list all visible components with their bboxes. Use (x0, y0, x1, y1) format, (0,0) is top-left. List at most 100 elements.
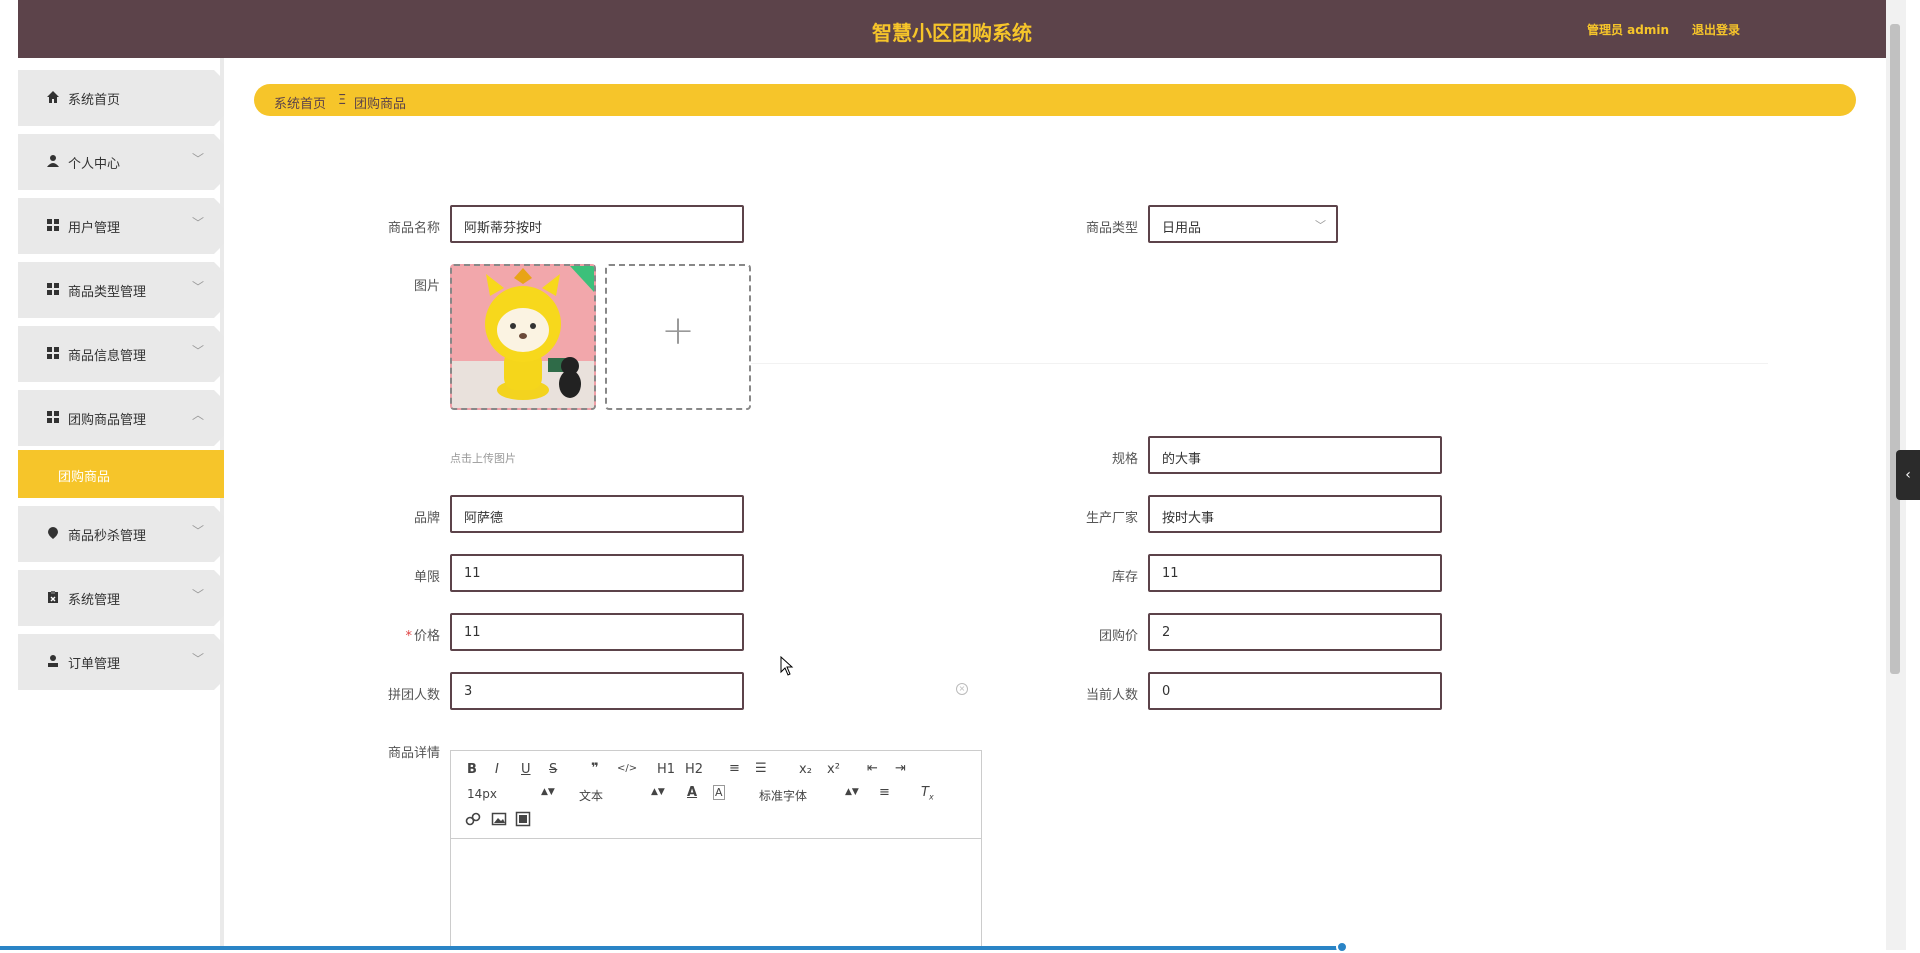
chevron-down-icon: ﹀ (192, 216, 205, 230)
sidebar-item-group-buy[interactable]: 团购商品管理 ︿ (18, 390, 224, 446)
limit-label: 单限 (413, 570, 440, 585)
mouse-cursor-icon (780, 656, 794, 676)
h1-button[interactable]: H1 (657, 762, 675, 777)
brand-label: 品牌 (413, 511, 440, 526)
chevron-up-icon: ︿ (192, 408, 205, 422)
image-icon[interactable] (491, 811, 507, 827)
sidebar-item-label: 个人中心 (68, 157, 121, 172)
add-image-button[interactable]: + (605, 264, 751, 410)
details-label: 商品详情 (387, 746, 440, 761)
ordered-list-button[interactable]: ≡ (729, 761, 740, 776)
scrollbar-thumb[interactable] (1890, 24, 1900, 674)
chevron-down-icon: ﹀ (192, 652, 205, 666)
sidebar-item-flash-sale[interactable]: 商品秒杀管理 ﹀ (18, 506, 224, 562)
maker-input[interactable]: 按时大事 (1148, 495, 1442, 533)
grid-icon (47, 219, 59, 231)
indent-button[interactable]: ⇥ (895, 761, 906, 776)
grid-icon (47, 283, 59, 295)
align-icon[interactable]: ≡ (879, 785, 890, 800)
font-family-value: 标准字体 (759, 789, 808, 803)
subscript-button[interactable]: x₂ (799, 762, 812, 777)
grid-icon (47, 411, 59, 423)
superscript-button[interactable]: x² (827, 762, 840, 777)
sidebar-item-label: 用户管理 (68, 221, 121, 236)
tiger-toy-image (452, 266, 594, 408)
font-size-value: 14px (467, 787, 497, 801)
current-count-input[interactable]: 0 (1148, 672, 1442, 710)
maker-label: 生产厂家 (1085, 511, 1138, 526)
sidebar-item-users[interactable]: 用户管理 ﹀ (18, 198, 224, 254)
name-input[interactable]: 阿斯蒂芬按时 (450, 205, 744, 243)
sidebar-item-label: 商品秒杀管理 (68, 529, 147, 544)
spec-input[interactable]: 的大事 (1148, 436, 1442, 474)
font-family-select[interactable]: 标准字体 ▲▼ (759, 787, 859, 804)
sidebar-item-personal[interactable]: 个人中心 ﹀ (18, 134, 224, 190)
group-price-input[interactable]: 2 (1148, 613, 1442, 651)
chevron-down-icon: ﹀ (192, 524, 205, 538)
italic-button[interactable]: I (495, 762, 499, 777)
strike-button[interactable]: S (549, 762, 557, 777)
updown-icon: ▲▼ (541, 787, 555, 797)
clipboard-icon (48, 591, 58, 603)
upload-hint: 点击上传图片 (450, 452, 516, 465)
clear-format-icon[interactable]: Tx (921, 785, 934, 802)
h2-button[interactable]: H2 (685, 762, 703, 777)
code-button[interactable]: </> (617, 763, 637, 774)
person-icon (48, 655, 58, 667)
blockquote-button[interactable]: ❞ (591, 761, 599, 776)
outdent-button[interactable]: ⇤ (867, 761, 878, 776)
price-label: * 价格 (350, 625, 440, 644)
sidebar-item-label: 商品信息管理 (68, 349, 147, 364)
group-size-label: 拼团人数 (387, 688, 440, 703)
scrollbar-handle[interactable] (1336, 941, 1348, 953)
chevron-left-icon[interactable]: ‹ (1896, 450, 1920, 500)
bold-button[interactable]: B (467, 762, 477, 777)
sidebar-subitem-group-goods[interactable]: 团购商品 (18, 450, 224, 498)
sidebar-item-system[interactable]: 系统管理 ﹀ (18, 570, 224, 626)
grid-icon (47, 347, 59, 359)
sidebar-item-orders[interactable]: 订单管理 ﹀ (18, 634, 224, 690)
admin-label: 管理员 admin (1587, 23, 1670, 37)
top-bar: 智慧小区团购系统 管理员 admin 退出登录 (18, 0, 1886, 58)
breadcrumb-current: 团购商品 (354, 97, 407, 112)
underline-button[interactable]: U (521, 762, 531, 777)
clear-icon[interactable]: × (956, 683, 968, 695)
chevron-down-icon: ﹀ (192, 152, 205, 166)
sidebar-item-home[interactable]: 系统首页 (18, 70, 224, 126)
limit-input[interactable]: 11 (450, 554, 744, 592)
sidebar-subitem-label: 团购商品 (58, 470, 111, 485)
home-icon (47, 91, 59, 103)
brand-input[interactable]: 阿萨德 (450, 495, 744, 533)
sidebar-item-label: 系统管理 (68, 593, 121, 608)
chevron-down-icon: ﹀ (192, 344, 205, 358)
user-icon (47, 155, 59, 167)
sidebar-item-goods-type[interactable]: 商品类型管理 ﹀ (18, 262, 224, 318)
stock-label: 库存 (1111, 570, 1138, 585)
horizontal-scrollbar[interactable] (0, 946, 1346, 950)
logout-link[interactable]: 退出登录 (1692, 21, 1740, 38)
sidebar-item-label: 系统首页 (68, 93, 121, 108)
uploaded-image[interactable] (450, 264, 596, 410)
bullet-list-button[interactable]: ☰ (755, 761, 767, 776)
updown-icon: ▲▼ (651, 787, 665, 797)
name-label: 商品名称 (387, 221, 440, 236)
chevron-down-icon: ﹀ (1315, 219, 1326, 232)
price-input[interactable]: 11 (450, 613, 744, 651)
font-color-icon[interactable]: A (687, 785, 697, 800)
breadcrumb-separator: Ξ (338, 93, 347, 108)
link-icon[interactable] (465, 811, 481, 827)
group-price-label: 团购价 (1098, 629, 1138, 644)
text-style-value: 文本 (579, 789, 604, 803)
left-edge (0, 0, 18, 950)
text-style-select[interactable]: 文本 ▲▼ (579, 787, 665, 804)
breadcrumb: 系统首页 Ξ 团购商品 (254, 84, 1856, 116)
stock-input[interactable]: 11 (1148, 554, 1442, 592)
sidebar-item-goods-info[interactable]: 商品信息管理 ﹀ (18, 326, 224, 382)
breadcrumb-home[interactable]: 系统首页 (274, 93, 326, 112)
font-size-select[interactable]: 14px ▲▼ (467, 787, 555, 801)
rich-text-editor[interactable]: B I U S ❞ </> H1 H2 ≡ ☰ x₂ x² ⇤ ⇥ 14px ▲▼… (450, 750, 982, 950)
type-select[interactable]: 日用品 ﹀ (1148, 205, 1338, 243)
group-size-input[interactable]: 3 (450, 672, 744, 710)
video-icon[interactable] (515, 811, 531, 827)
background-color-icon[interactable]: A (713, 785, 725, 800)
